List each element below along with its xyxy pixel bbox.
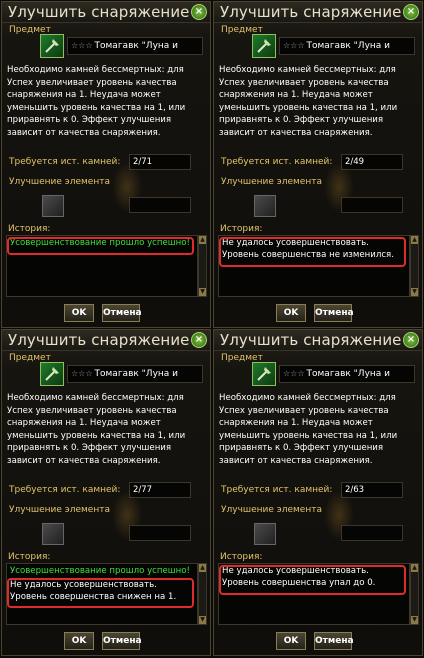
scroll-up-icon[interactable]: ▲ [411,236,418,244]
history-label: История: [8,224,51,234]
scroll-down-icon[interactable]: ▼ [411,616,418,624]
quality-stars: ☆☆☆ [283,369,305,378]
ok-button[interactable]: OK [64,304,94,322]
history-entry: Усовершенствование прошло успешно! [10,566,190,576]
history-scrollbar[interactable]: ▲ ▼ [198,563,207,625]
item-row: ☆☆☆ Томагавк "Луна и [12,362,204,388]
cancel-button[interactable]: Отмена [314,304,354,322]
quality-stars: ☆☆☆ [71,41,93,50]
screenshot-grid: Улучшить снаряжение × Предмет ☆☆☆ Томагав… [0,0,424,658]
element-upgrade-label: Улучшение элемента [221,505,322,515]
quality-stars: ☆☆☆ [283,41,305,50]
item-name-field: ☆☆☆ Томагавк "Луна и [279,365,415,383]
cancel-button[interactable]: Отмена [102,304,142,322]
titlebar[interactable]: Улучшить снаряжение × [214,330,422,351]
upgrade-description: Необходимо камней бессмертных: для Успех… [219,65,398,138]
ok-button[interactable]: OK [276,632,306,650]
window-title: Улучшить снаряжение [8,3,190,21]
item-name: Томагавк "Луна и [306,41,391,51]
item-row: ☆☆☆ Томагавк "Луна и [12,34,204,60]
titlebar[interactable]: Улучшить снаряжение × [2,2,210,23]
item-row: ☆☆☆ Томагавк "Луна и [224,362,416,388]
quality-stars: ☆☆☆ [71,369,93,378]
titlebar[interactable]: Улучшить снаряжение × [214,2,422,23]
close-icon[interactable]: × [191,332,207,348]
scroll-up-icon[interactable]: ▲ [199,564,206,572]
highlight-outline [219,237,406,267]
window-title: Улучшить снаряжение [220,331,402,349]
upgrade-description: Необходимо камней бессмертных: для Успех… [7,393,186,466]
cancel-button[interactable]: Отмена [314,632,354,650]
upgrade-window: Улучшить снаряжение × Предмет ☆☆☆ Томагав… [213,329,423,656]
item-name-field: ☆☆☆ Томагавк "Луна и [279,37,415,55]
window-title: Улучшить снаряжение [8,331,190,349]
scroll-down-icon[interactable]: ▼ [199,288,206,296]
element-field [129,525,191,541]
element-upgrade-label: Улучшение элемента [9,177,110,187]
history-scrollbar[interactable]: ▲ ▼ [410,563,419,625]
tomahawk-icon[interactable] [40,34,64,58]
element-slot[interactable] [254,195,276,217]
history-label: История: [220,552,263,562]
item-row: ☆☆☆ Томагавк "Луна и [224,34,416,60]
close-icon[interactable]: × [403,332,419,348]
upgrade-window: Улучшить снаряжение × Предмет ☆☆☆ Томагав… [1,1,211,328]
element-slot[interactable] [254,523,276,545]
item-name: Томагавк "Луна и [94,41,179,51]
close-icon[interactable]: × [403,4,419,20]
upgrade-description: Необходимо камней бессмертных: для Успех… [219,393,398,466]
highlight-outline [7,237,194,255]
element-upgrade-label: Улучшение элемента [221,177,322,187]
element-slot[interactable] [42,195,64,217]
history-scrollbar[interactable]: ▲ ▼ [198,235,207,297]
stones-required-label: Требуется ист. камней: [9,157,121,167]
upgrade-window: Улучшить снаряжение × Предмет ☆☆☆ Томагав… [213,1,423,328]
history-scrollbar[interactable]: ▲ ▼ [410,235,419,297]
tomahawk-icon[interactable] [252,362,276,386]
upgrade-window: Улучшить снаряжение × Предмет ☆☆☆ Томагав… [1,329,211,656]
highlight-outline [7,578,194,608]
scroll-up-icon[interactable]: ▲ [199,236,206,244]
window-title: Улучшить снаряжение [220,3,402,21]
element-upgrade-label: Улучшение элемента [9,505,110,515]
upgrade-description: Необходимо камней бессмертных: для Успех… [7,65,186,138]
tomahawk-icon[interactable] [40,362,64,386]
item-name-field: ☆☆☆ Томагавк "Луна и [67,365,203,383]
element-slot[interactable] [42,523,64,545]
ok-button[interactable]: OK [64,632,94,650]
element-field [129,197,191,213]
item-name: Томагавк "Луна и [94,369,179,379]
ok-button[interactable]: OK [276,304,306,322]
item-name-field: ☆☆☆ Томагавк "Луна и [67,37,203,55]
cancel-button[interactable]: Отмена [102,632,142,650]
tomahawk-icon[interactable] [252,34,276,58]
scroll-down-icon[interactable]: ▼ [199,616,206,624]
item-name: Томагавк "Луна и [306,369,391,379]
highlight-outline [219,565,406,595]
scroll-up-icon[interactable]: ▲ [411,564,418,572]
stones-required-label: Требуется ист. камней: [9,485,121,495]
stones-required-label: Требуется ист. камней: [221,157,333,167]
element-field [341,525,403,541]
titlebar[interactable]: Улучшить снаряжение × [2,330,210,351]
close-icon[interactable]: × [191,4,207,20]
stones-required-label: Требуется ист. камней: [221,485,333,495]
element-field [341,197,403,213]
scroll-down-icon[interactable]: ▼ [411,288,418,296]
history-label: История: [220,224,263,234]
history-label: История: [8,552,51,562]
